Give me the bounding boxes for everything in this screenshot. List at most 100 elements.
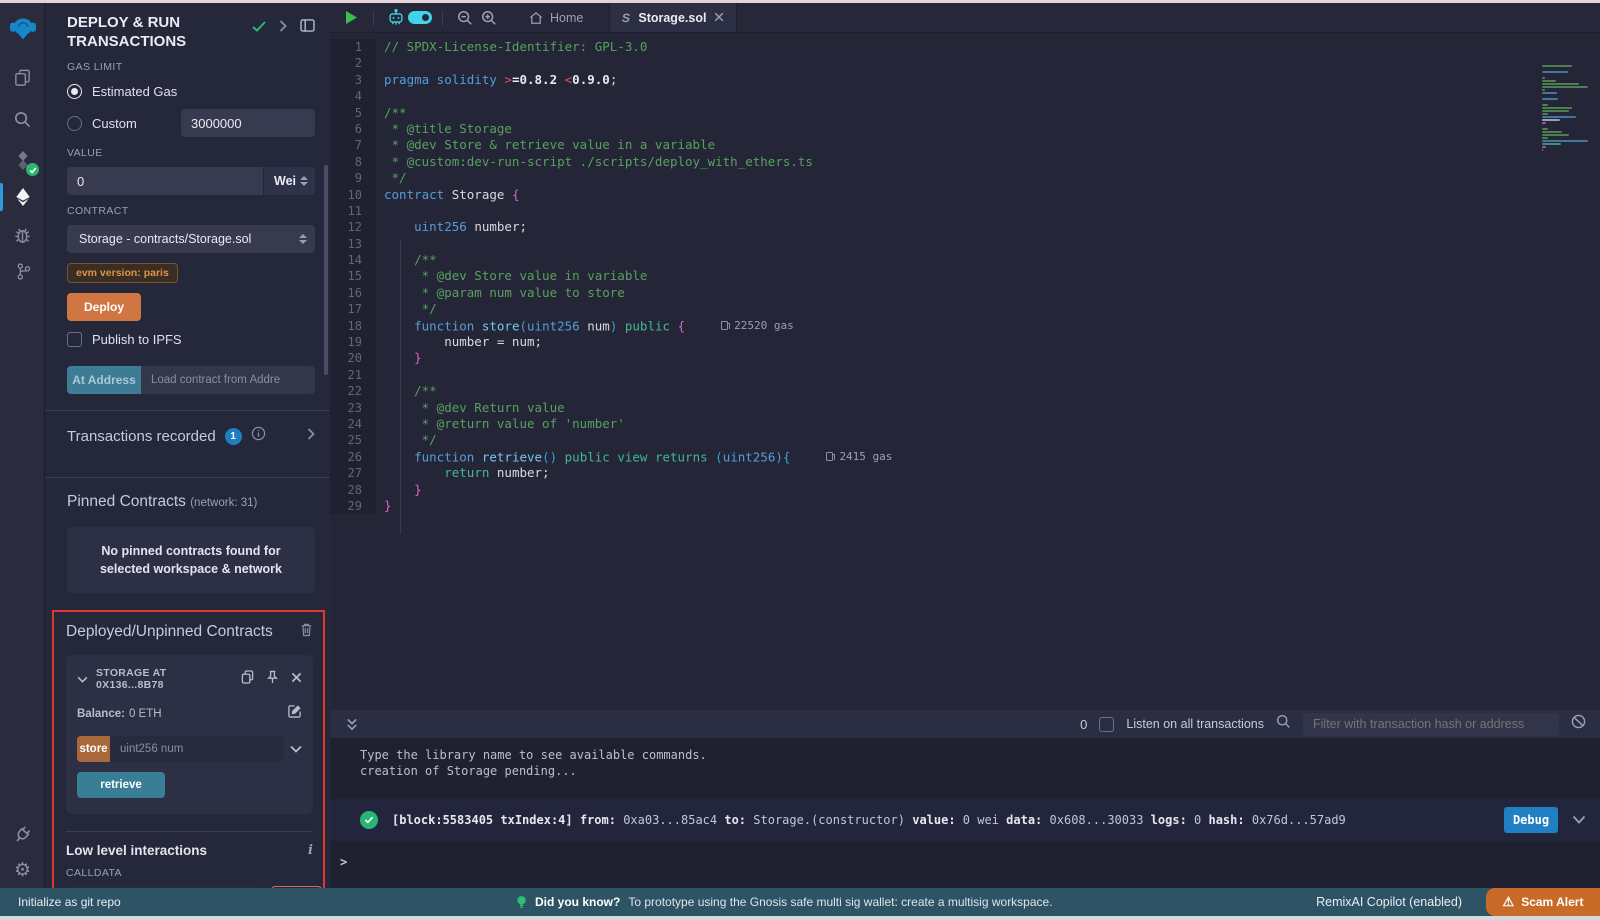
code-line[interactable]: 15 * @dev Store value in variable xyxy=(330,268,1600,284)
terminal-output[interactable]: Type the library name to see available c… xyxy=(330,738,1600,869)
copilot-toggle[interactable] xyxy=(408,6,432,30)
retrieve-function-button[interactable]: retrieve xyxy=(77,772,165,798)
debug-button[interactable]: Debug xyxy=(1504,807,1558,833)
gas-pump-icon xyxy=(826,452,833,461)
code-line[interactable]: 4 xyxy=(330,88,1600,104)
panel-columns-icon[interactable] xyxy=(300,19,315,37)
line-number: 19 xyxy=(330,334,376,350)
git-branch-icon[interactable] xyxy=(0,255,45,287)
panel-scrollbar[interactable] xyxy=(324,165,328,375)
scam-alert-button[interactable]: ⚠ Scam Alert xyxy=(1486,888,1600,916)
run-script-play-icon[interactable] xyxy=(339,6,363,30)
deploy-button[interactable]: Deploy xyxy=(67,293,141,321)
chevron-right-icon[interactable] xyxy=(307,427,315,445)
code-line[interactable]: 5/** xyxy=(330,105,1600,121)
plugin-manager-icon[interactable] xyxy=(0,818,45,850)
code-line[interactable]: 24 * @return value of 'number' xyxy=(330,416,1600,432)
close-icon[interactable] xyxy=(291,670,302,688)
terminal-prompt[interactable]: > xyxy=(340,855,1600,869)
panel-check-icon xyxy=(252,19,266,37)
code-line[interactable]: 23 * @dev Return value xyxy=(330,400,1600,416)
code-line[interactable]: 16 * @param num value to store xyxy=(330,285,1600,301)
edit-icon[interactable] xyxy=(288,704,302,723)
code-editor[interactable]: 1// SPDX-License-Identifier: GPL-3.023pr… xyxy=(330,33,1600,710)
code-line[interactable]: 21 xyxy=(330,367,1600,383)
zoom-out-icon[interactable] xyxy=(453,6,477,30)
tab-close-icon[interactable] xyxy=(714,9,724,27)
estimated-gas-radio[interactable] xyxy=(67,84,82,99)
custom-gas-input[interactable] xyxy=(181,109,315,137)
scam-alert-label: Scam Alert xyxy=(1521,895,1583,909)
deploy-run-icon[interactable] xyxy=(0,181,45,213)
code-line[interactable]: 11 xyxy=(330,203,1600,219)
expand-tx-chevron-icon[interactable] xyxy=(1572,813,1586,827)
code-line[interactable]: 18 function store(uint256 num) public {2… xyxy=(330,318,1600,334)
at-address-button[interactable]: At Address xyxy=(67,366,141,394)
debugger-icon[interactable] xyxy=(0,219,45,251)
tx-log-row[interactable]: [block:5583405 txIndex:4] from: 0xa03...… xyxy=(330,799,1600,841)
ai-copilot-robot-icon[interactable] xyxy=(384,6,408,30)
contract-select[interactable]: Storage - contracts/Storage.sol xyxy=(67,225,315,253)
code-line[interactable]: 29} xyxy=(330,498,1600,514)
trash-icon[interactable] xyxy=(300,622,313,642)
publish-ipfs-checkbox[interactable] xyxy=(67,332,82,347)
code-line[interactable]: 17 */ xyxy=(330,301,1600,317)
transactions-recorded-label: Transactions recorded xyxy=(67,428,216,445)
warning-icon: ⚠ xyxy=(1503,894,1515,910)
zoom-in-icon[interactable] xyxy=(477,6,501,30)
listen-all-checkbox[interactable] xyxy=(1099,717,1114,732)
pin-icon[interactable] xyxy=(266,670,279,689)
copy-icon[interactable] xyxy=(241,670,254,689)
code-line[interactable]: 8 * @custom:dev-run-script ./scripts/dep… xyxy=(330,154,1600,170)
collapse-terminal-icon[interactable] xyxy=(340,712,364,736)
code-line[interactable]: 19 number = num; xyxy=(330,334,1600,350)
search-icon[interactable] xyxy=(0,103,45,135)
code-line[interactable]: 9 */ xyxy=(330,170,1600,186)
editor: Home S Storage.sol 1// SPDX-License-Iden… xyxy=(330,3,1600,710)
remix-logo-icon[interactable] xyxy=(0,11,45,47)
store-function-button[interactable]: store xyxy=(77,736,110,762)
tab-storage-sol[interactable]: S Storage.sol xyxy=(609,3,737,32)
editor-toolbar: Home S Storage.sol xyxy=(330,3,1600,33)
code-line[interactable]: 13 xyxy=(330,236,1600,252)
minimap[interactable] xyxy=(1542,65,1592,152)
git-init-status[interactable]: Initialize as git repo xyxy=(0,895,121,909)
copilot-status[interactable]: RemixAI Copilot (enabled) xyxy=(1316,895,1462,909)
code-line[interactable]: 2 xyxy=(330,55,1600,71)
code-line[interactable]: 25 */ xyxy=(330,432,1600,448)
store-args-input[interactable] xyxy=(110,736,284,762)
at-address-input[interactable] xyxy=(141,366,315,394)
panel-forward-icon[interactable] xyxy=(279,19,287,37)
filter-transactions-input[interactable] xyxy=(1303,713,1559,736)
value-input[interactable] xyxy=(67,167,263,195)
code-line[interactable]: 26 function retrieve() public view retur… xyxy=(330,449,1600,465)
code-line[interactable]: 27 return number; xyxy=(330,465,1600,481)
chevron-down-icon[interactable] xyxy=(77,670,88,688)
line-number: 21 xyxy=(330,367,376,383)
code-line[interactable]: 20 } xyxy=(330,350,1600,366)
settings-gear-icon[interactable]: ⚙ xyxy=(0,854,45,886)
info-circle-icon[interactable] xyxy=(251,426,266,446)
line-number: 14 xyxy=(330,252,376,268)
code-line[interactable]: 6 * @title Storage xyxy=(330,121,1600,137)
expand-args-chevron-icon[interactable] xyxy=(290,740,302,758)
code-line[interactable]: 28 } xyxy=(330,482,1600,498)
code-line[interactable]: 12 uint256 number; xyxy=(330,219,1600,235)
custom-gas-radio[interactable] xyxy=(67,116,82,131)
code-line[interactable]: 14 /** xyxy=(330,252,1600,268)
code-line[interactable]: 3pragma solidity >=0.8.2 <0.9.0; xyxy=(330,72,1600,88)
clear-console-ban-icon[interactable] xyxy=(1571,714,1586,734)
code-line[interactable]: 10contract Storage { xyxy=(330,187,1600,203)
panel-title: DEPLOY & RUN TRANSACTIONS xyxy=(67,13,227,51)
transactions-recorded-row[interactable]: Transactions recorded 1 xyxy=(67,411,315,461)
solidity-compiler-icon[interactable] xyxy=(0,144,45,178)
code-line[interactable]: 1// SPDX-License-Identifier: GPL-3.0 xyxy=(330,39,1600,55)
file-explorer-icon[interactable] xyxy=(0,61,45,93)
terminal-search-icon[interactable] xyxy=(1276,714,1291,734)
tab-home[interactable]: Home xyxy=(517,3,595,32)
code-line[interactable]: 7 * @dev Store & retrieve value in a var… xyxy=(330,137,1600,153)
highlight-red-box: Deployed/Unpinned Contracts STORAGE AT 0… xyxy=(52,610,325,888)
code-line[interactable]: 22 /** xyxy=(330,383,1600,399)
value-unit-select[interactable]: Wei xyxy=(263,167,315,195)
low-level-info-icon[interactable]: i xyxy=(308,843,313,858)
